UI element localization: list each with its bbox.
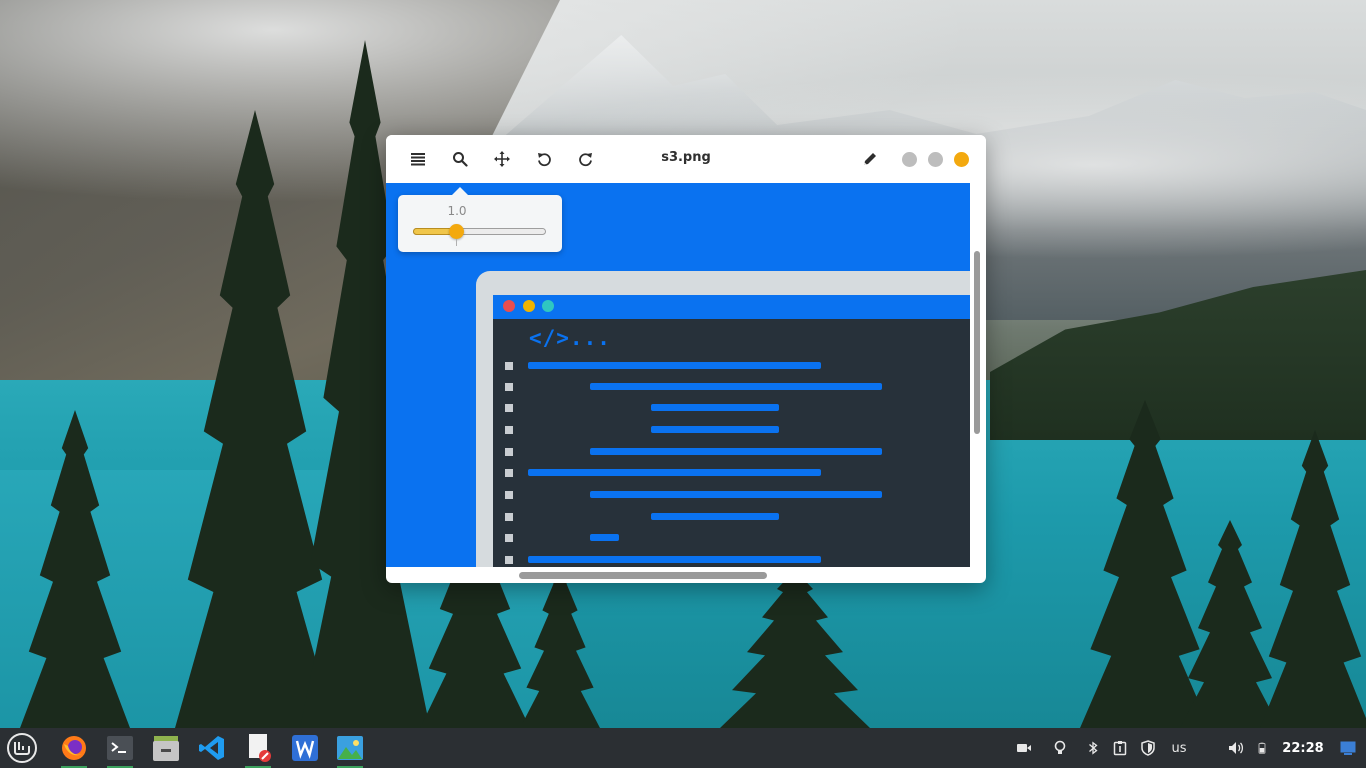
maximize-button[interactable] (928, 152, 943, 167)
wps-writer-icon[interactable] (288, 732, 322, 764)
volume-icon[interactable] (1227, 738, 1245, 758)
bluetooth-icon[interactable] (1086, 738, 1100, 758)
file-manager-icon[interactable] (149, 732, 183, 764)
image-code-tag: </>... (529, 326, 611, 350)
magnifier-icon[interactable] (448, 147, 472, 171)
zoom-value: 1.0 (447, 204, 467, 218)
code-line (528, 362, 821, 369)
image-dot-yellow (523, 300, 535, 312)
clipboard-icon[interactable] (1112, 738, 1128, 758)
pencil-icon[interactable] (858, 147, 882, 171)
code-line (590, 534, 619, 541)
keyboard-layout-indicator[interactable]: us (1168, 738, 1190, 758)
keyboard-layout-label: us (1171, 740, 1187, 756)
code-bullet (505, 426, 513, 434)
code-bullet (505, 556, 513, 564)
move-arrows-icon[interactable] (490, 147, 514, 171)
code-bullet (505, 383, 513, 391)
menu-icon[interactable] (5, 732, 39, 764)
zoom-slider-handle[interactable] (449, 224, 464, 239)
code-line (590, 383, 882, 390)
code-line (590, 491, 882, 498)
code-bullet (505, 469, 513, 477)
clock[interactable]: 22:28 (1280, 738, 1326, 758)
image-viewer-icon[interactable] (333, 732, 367, 768)
minimize-button[interactable] (902, 152, 917, 167)
battery-icon[interactable] (1256, 738, 1268, 758)
hamburger-menu-icon[interactable] (406, 147, 430, 171)
clock-time: 22:28 (1282, 740, 1324, 756)
window-titlebar[interactable]: s3.png (386, 135, 986, 183)
code-line (528, 469, 821, 476)
light-bulb-icon[interactable] (1052, 738, 1068, 758)
code-line (651, 513, 779, 520)
document-editor-icon[interactable] (241, 732, 275, 768)
code-bullet (505, 404, 513, 412)
image-dot-teal (542, 300, 554, 312)
image-code-window-bar (493, 295, 970, 319)
code-bullet (505, 491, 513, 499)
rotate-right-icon[interactable] (574, 147, 598, 171)
image-dot-red (503, 300, 515, 312)
zoom-slider-tick (456, 239, 457, 246)
code-bullet (505, 513, 513, 521)
code-line (590, 448, 882, 455)
firefox-icon[interactable] (57, 732, 91, 768)
horizontal-scrollbar[interactable] (519, 572, 767, 579)
video-camera-icon[interactable] (1014, 738, 1034, 758)
shield-icon[interactable] (1140, 738, 1156, 758)
code-bullet (505, 448, 513, 456)
vscode-icon[interactable] (195, 732, 229, 764)
wifi-icon[interactable] (1199, 738, 1217, 758)
window-title: s3.png (661, 150, 711, 165)
code-line (651, 426, 779, 433)
close-button[interactable] (954, 152, 969, 167)
vertical-scrollbar[interactable] (974, 251, 980, 434)
taskbar: us 22:28 (0, 728, 1366, 768)
code-line (651, 404, 779, 411)
code-bullet (505, 534, 513, 542)
zoom-popover: 1.0 (398, 187, 562, 252)
code-line (528, 556, 821, 563)
show-desktop-icon[interactable] (1338, 738, 1358, 758)
terminal-icon[interactable] (103, 732, 137, 768)
code-bullet (505, 362, 513, 370)
rotate-left-icon[interactable] (532, 147, 556, 171)
